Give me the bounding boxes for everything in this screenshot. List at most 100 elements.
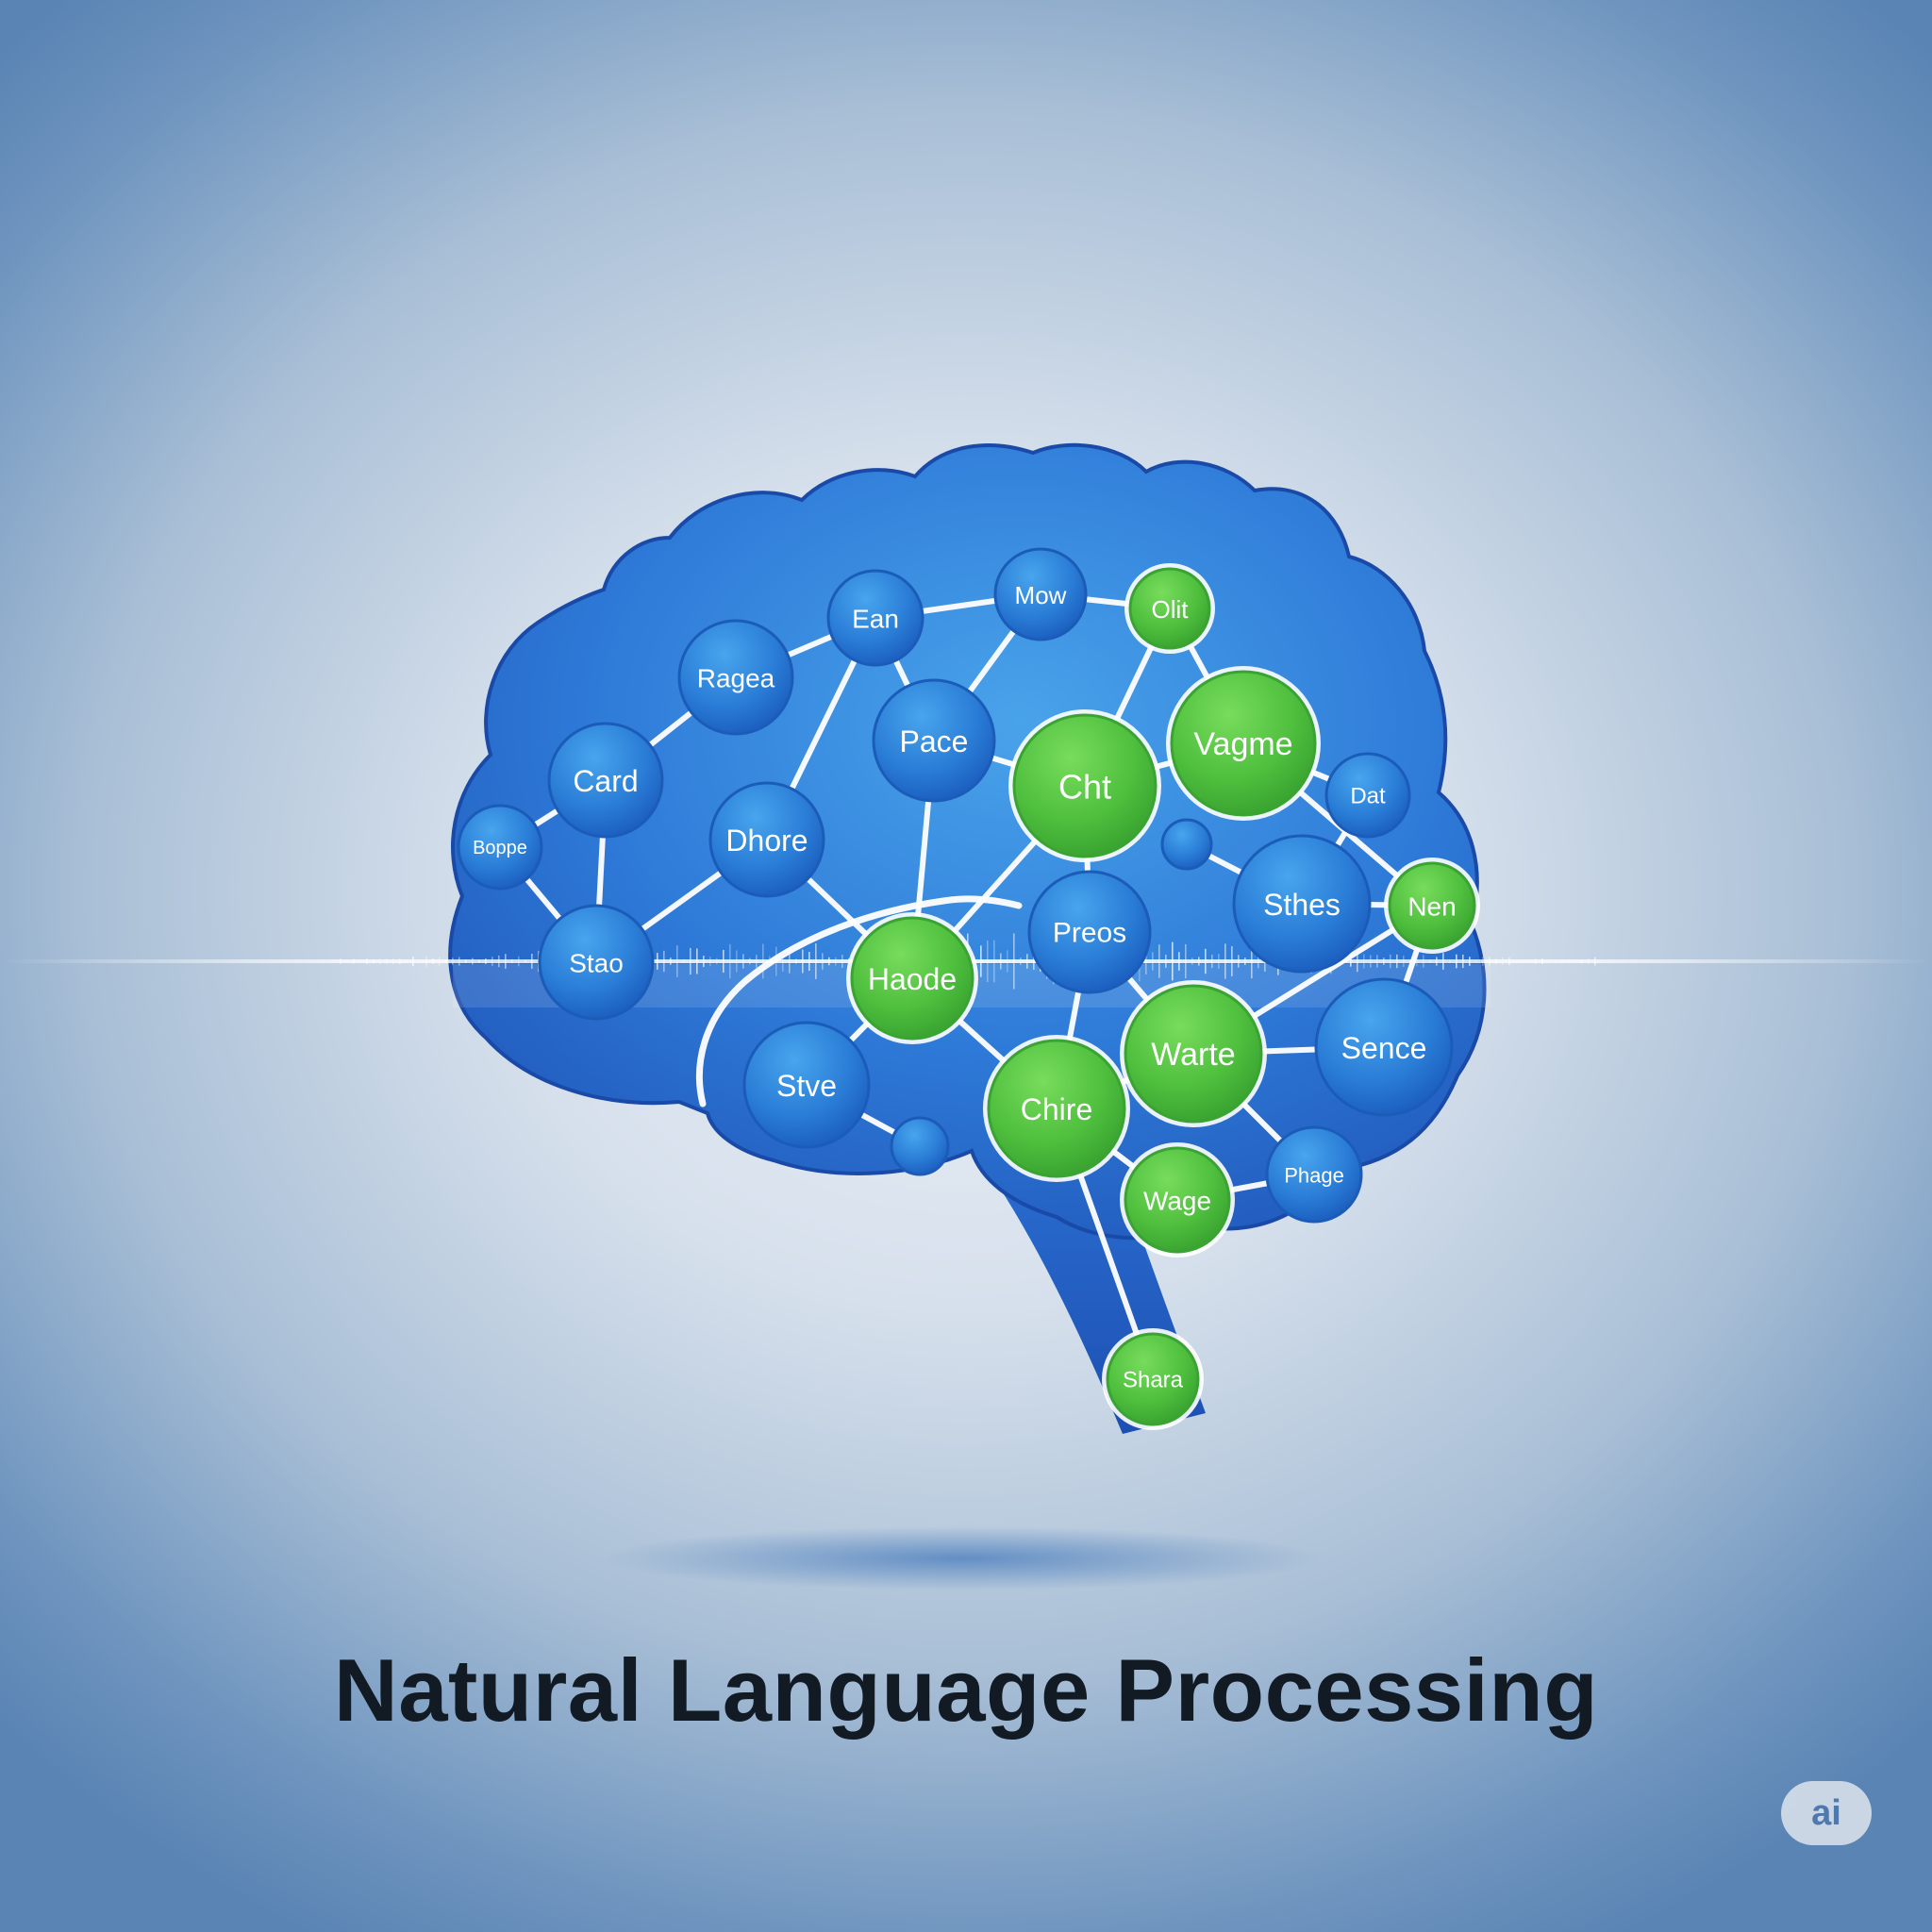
node-phage: Phage — [1265, 1125, 1363, 1224]
node-mow: Mow — [993, 547, 1088, 641]
wave-tick — [808, 951, 810, 972]
wave-tick — [1456, 954, 1457, 969]
wave-tick — [491, 957, 493, 966]
wave-tick — [472, 958, 474, 965]
wave-tick — [1000, 953, 1002, 970]
wave-tick — [980, 945, 982, 977]
wave-tick — [525, 959, 526, 963]
node-sthes: Sthes — [1232, 834, 1372, 974]
wave-tick — [1007, 950, 1008, 973]
wave-tick — [1429, 959, 1431, 963]
wave-tick — [1376, 955, 1378, 968]
node-label: Dhore — [725, 824, 808, 858]
wave-tick — [406, 959, 408, 963]
wave-tick — [419, 959, 421, 963]
node-card: Card — [547, 722, 664, 839]
wave-tick — [392, 958, 394, 965]
wave-tick — [1244, 957, 1246, 966]
wave-tick — [1502, 958, 1504, 965]
wave-tick — [1555, 960, 1557, 962]
wave-tick — [742, 954, 744, 969]
wave-tick — [1370, 955, 1372, 968]
wave-tick — [769, 956, 771, 967]
node-sence: Sence — [1314, 977, 1454, 1117]
wave-tick — [1185, 943, 1187, 979]
wave-tick — [425, 956, 427, 967]
wave-tick — [505, 954, 507, 969]
wave-tick — [703, 956, 705, 967]
node-label: Stao — [569, 949, 624, 978]
wave-tick — [789, 949, 791, 974]
wave-tick — [1357, 950, 1358, 973]
wave-tick — [386, 958, 388, 964]
node-preos: Preos — [1027, 870, 1152, 994]
wave-tick — [782, 951, 784, 972]
wave-tick — [1541, 958, 1543, 964]
wave-tick — [987, 940, 989, 983]
node-nen: Nen — [1384, 858, 1480, 954]
wave-tick — [1495, 958, 1497, 964]
ai-badge[interactable]: ai — [1781, 1781, 1872, 1845]
wave-tick — [690, 947, 691, 975]
wave-tick — [399, 958, 401, 964]
wave-tick — [1026, 954, 1028, 969]
node-label: Olit — [1152, 595, 1190, 624]
wave-tick — [676, 945, 678, 977]
node-dhore: Dhore — [708, 781, 825, 898]
wave-tick — [1594, 957, 1596, 966]
node-stve: Stve — [742, 1021, 871, 1149]
node-label: Shara — [1123, 1368, 1184, 1393]
node-label: Sthes — [1263, 888, 1341, 922]
wave-tick — [518, 956, 520, 967]
wave-tick — [1198, 957, 1200, 966]
wave-tick — [1178, 952, 1180, 971]
wave-tick — [1469, 957, 1471, 966]
wave-tick — [1574, 960, 1576, 962]
wave-tick — [775, 946, 777, 976]
node-circle — [1160, 818, 1213, 871]
wave-tick — [1363, 954, 1365, 969]
node-chire: Chire — [983, 1035, 1130, 1182]
node-label: Ean — [852, 605, 899, 634]
wave-tick — [822, 953, 824, 970]
wave-tick — [465, 959, 467, 963]
wave-tick — [1224, 943, 1226, 979]
wave-tick — [1020, 958, 1022, 965]
wave-tick — [736, 950, 738, 973]
wave-tick — [1403, 955, 1405, 968]
wave-tick — [445, 959, 447, 963]
wave-tick — [1462, 954, 1464, 969]
wave-tick — [432, 958, 434, 964]
wave-tick — [359, 960, 361, 962]
wave-tick — [723, 949, 724, 974]
node-label: Phage — [1284, 1164, 1344, 1188]
wave-tick — [1528, 960, 1530, 962]
wave-tick — [1396, 954, 1398, 969]
wave-tick — [1508, 957, 1510, 966]
wave-tick — [993, 940, 995, 983]
node-shara: Shara — [1102, 1328, 1204, 1430]
node-dat: Dat — [1324, 752, 1411, 839]
wave-tick — [756, 955, 758, 968]
wave-tick — [1238, 955, 1240, 968]
node-label: Dat — [1350, 784, 1386, 809]
wave-tick — [379, 958, 381, 965]
wave-tick — [366, 958, 368, 965]
wave-tick — [670, 958, 672, 965]
node-label: Wage — [1143, 1187, 1211, 1216]
wave-tick — [485, 958, 487, 964]
wave-tick — [828, 957, 830, 966]
wave-tick — [1449, 958, 1451, 964]
wave-tick — [1218, 954, 1220, 969]
wave-tick — [1568, 960, 1570, 962]
wave-tick — [478, 959, 480, 963]
wave-tick — [729, 943, 731, 979]
wave-tick — [709, 957, 711, 966]
wave-tick — [657, 953, 658, 970]
wave-tick — [802, 949, 804, 974]
node-label: Stve — [776, 1069, 837, 1103]
wave-tick — [1152, 952, 1154, 971]
node-cht: Cht — [1008, 709, 1161, 862]
wave-tick — [1172, 941, 1174, 981]
wave-tick — [1515, 960, 1517, 962]
